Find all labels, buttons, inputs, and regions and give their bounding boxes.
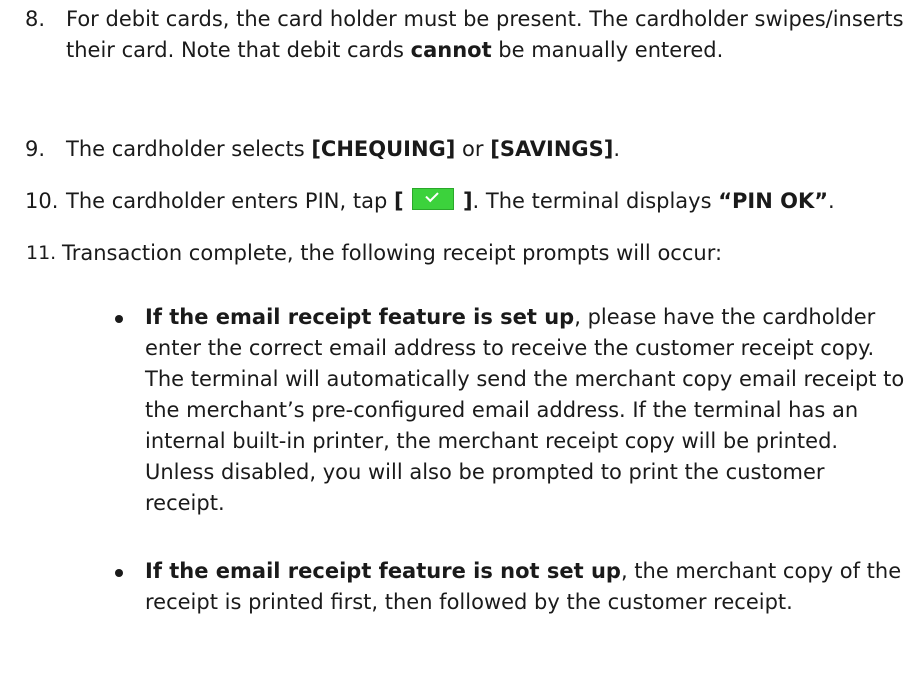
emphasis-text: cannot — [410, 38, 492, 62]
step-number: 10. — [25, 189, 59, 213]
check-icon — [412, 188, 455, 210]
pin-ok-text: “PIN OK” — [718, 189, 829, 213]
bullet-icon — [115, 569, 123, 577]
step-text: Transaction complete, the following rece… — [62, 241, 723, 265]
option-savings: [SAVINGS] — [490, 137, 614, 161]
step-text: For debit cards, the card holder must be… — [66, 7, 904, 62]
step-text: The cardholder enters PIN, tap [ ]. The … — [66, 188, 835, 213]
bullet-icon — [115, 315, 123, 323]
step-number: 11. — [26, 242, 57, 264]
step-text: The cardholder selects [CHEQUING] or [SA… — [66, 137, 621, 161]
instruction-page: 8. For debit cards, the card holder must… — [0, 0, 921, 680]
bullet-text: If the email receipt feature is set up, … — [145, 305, 905, 515]
step-number: 9. — [25, 137, 46, 161]
step-number: 8. — [25, 7, 46, 31]
bullet-text: If the email receipt feature is not set … — [145, 559, 902, 614]
option-chequing: [CHEQUING] — [311, 137, 456, 161]
